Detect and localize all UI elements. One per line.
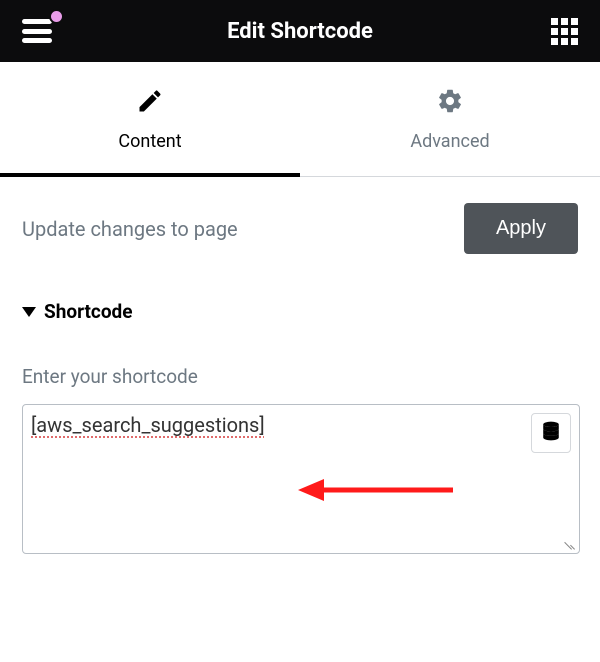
- resize-handle-icon[interactable]: [563, 537, 575, 549]
- shortcode-input[interactable]: [aws_search_suggestions]: [31, 413, 527, 545]
- pencil-icon: [136, 87, 164, 119]
- update-text: Update changes to page: [22, 217, 238, 241]
- page-title: Edit Shortcode: [227, 19, 373, 44]
- caret-down-icon: [22, 307, 36, 317]
- gear-icon: [436, 87, 464, 119]
- section-title: Shortcode: [44, 300, 133, 323]
- tabs: Content Advanced: [0, 62, 600, 177]
- menu-icon[interactable]: [22, 19, 52, 43]
- shortcode-field: Enter your shortcode [aws_search_suggest…: [0, 331, 600, 554]
- tab-label: Content: [118, 131, 181, 152]
- tab-content[interactable]: Content: [0, 62, 300, 176]
- header-bar: Edit Shortcode: [0, 0, 600, 62]
- update-row: Update changes to page Apply: [0, 177, 600, 282]
- tab-advanced[interactable]: Advanced: [300, 62, 600, 176]
- database-icon: [542, 421, 560, 445]
- apply-button[interactable]: Apply: [464, 203, 578, 254]
- section-toggle[interactable]: Shortcode: [22, 300, 578, 323]
- dynamic-tags-button[interactable]: [531, 413, 571, 453]
- textarea-wrap: [aws_search_suggestions]: [22, 404, 580, 554]
- apps-icon[interactable]: [551, 18, 578, 45]
- field-label: Enter your shortcode: [22, 365, 578, 388]
- notification-dot: [49, 9, 64, 24]
- shortcode-value: [aws_search_suggestions]: [31, 413, 265, 437]
- section-shortcode: Shortcode: [0, 282, 600, 331]
- tab-label: Advanced: [410, 131, 489, 152]
